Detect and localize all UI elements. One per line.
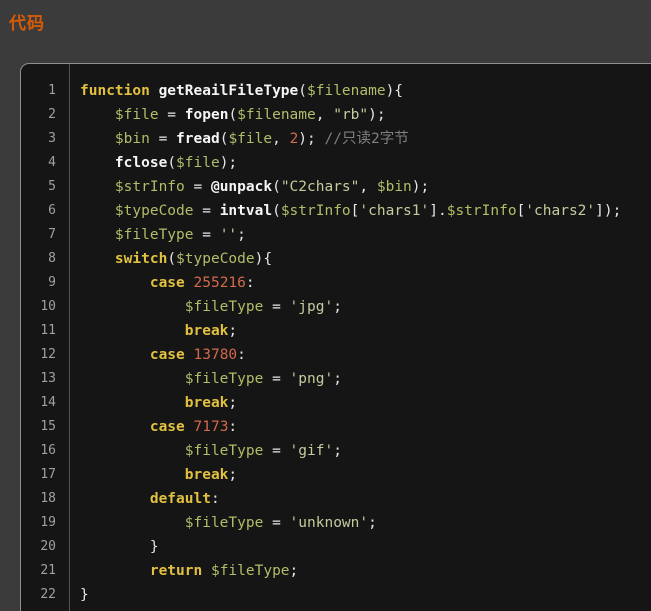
code-line: 19 $fileType = 'unknown';	[21, 511, 651, 535]
code-section-title: 代码	[9, 14, 45, 33]
line-number: 10	[21, 295, 69, 319]
code-line: 6 $typeCode = intval($strInfo['chars1'].…	[21, 199, 651, 223]
code-text: $fileType = 'png';	[69, 367, 342, 391]
code-text: $file = fopen($filename, "rb");	[69, 103, 386, 127]
code-line: 14 break;	[21, 391, 651, 415]
code-line: 7 $fileType = '';	[21, 223, 651, 247]
code-text: fclose($file);	[69, 151, 237, 175]
code-text: case 255216:	[69, 271, 255, 295]
code-line: 15 case 7173:	[21, 415, 651, 439]
code-text: $fileType = 'unknown';	[69, 511, 377, 535]
line-number: 14	[21, 391, 69, 415]
line-number: 17	[21, 463, 69, 487]
page: 代码 1function getReailFileType($filename)…	[0, 0, 651, 611]
code-line: 10 $fileType = 'jpg';	[21, 295, 651, 319]
line-number: 1	[21, 79, 69, 103]
line-number: 6	[21, 199, 69, 223]
line-number: 4	[21, 151, 69, 175]
code-text: break;	[69, 319, 237, 343]
code-text: function getReailFileType($filename){	[69, 79, 403, 103]
code-text: }	[69, 535, 159, 559]
code-line: 16 $fileType = 'gif';	[21, 439, 651, 463]
code-text: $typeCode = intval($strInfo['chars1'].$s…	[69, 199, 621, 223]
line-number: 7	[21, 223, 69, 247]
code-text: break;	[69, 391, 237, 415]
line-number: 21	[21, 559, 69, 583]
code-text: return $fileType;	[69, 559, 298, 583]
code-line: 4 fclose($file);	[21, 151, 651, 175]
code-line: 9 case 255216:	[21, 271, 651, 295]
code-text: break;	[69, 463, 237, 487]
code-text: $bin = fread($file, 2); //只读2字节	[69, 127, 409, 151]
code-text: $strInfo = @unpack("C2chars", $bin);	[69, 175, 429, 199]
code-line: 17 break;	[21, 463, 651, 487]
line-number: 16	[21, 439, 69, 463]
line-number: 12	[21, 343, 69, 367]
code-line: 11 break;	[21, 319, 651, 343]
line-number: 18	[21, 487, 69, 511]
line-number: 13	[21, 367, 69, 391]
code-text: default:	[69, 487, 220, 511]
code-text: case 7173:	[69, 415, 237, 439]
code-section-header: 代码	[9, 9, 45, 34]
line-number: 19	[21, 511, 69, 535]
code-line: 22}	[21, 583, 651, 607]
code-line: 13 $fileType = 'png';	[21, 367, 651, 391]
code-text: switch($typeCode){	[69, 247, 272, 271]
code-line: 2 $file = fopen($filename, "rb");	[21, 103, 651, 127]
code-line: 18 default:	[21, 487, 651, 511]
line-number: 11	[21, 319, 69, 343]
code-line: 21 return $fileType;	[21, 559, 651, 583]
code-line: 5 $strInfo = @unpack("C2chars", $bin);	[21, 175, 651, 199]
line-number: 22	[21, 583, 69, 607]
code-block: 1function getReailFileType($filename){2 …	[20, 63, 651, 611]
code-line: 8 switch($typeCode){	[21, 247, 651, 271]
line-number: 8	[21, 247, 69, 271]
code-text: }	[69, 583, 89, 607]
code-text: $fileType = '';	[69, 223, 246, 247]
code-line: 3 $bin = fread($file, 2); //只读2字节	[21, 127, 651, 151]
code-line: 20 }	[21, 535, 651, 559]
code-text: case 13780:	[69, 343, 246, 367]
line-number: 3	[21, 127, 69, 151]
line-number: 15	[21, 415, 69, 439]
line-number: 20	[21, 535, 69, 559]
code-line: 1function getReailFileType($filename){	[21, 79, 651, 103]
line-number: 2	[21, 103, 69, 127]
code-text: $fileType = 'jpg';	[69, 295, 342, 319]
code-lines: 1function getReailFileType($filename){2 …	[21, 79, 651, 607]
line-number: 9	[21, 271, 69, 295]
line-number: 5	[21, 175, 69, 199]
code-line: 12 case 13780:	[21, 343, 651, 367]
code-text: $fileType = 'gif';	[69, 439, 342, 463]
